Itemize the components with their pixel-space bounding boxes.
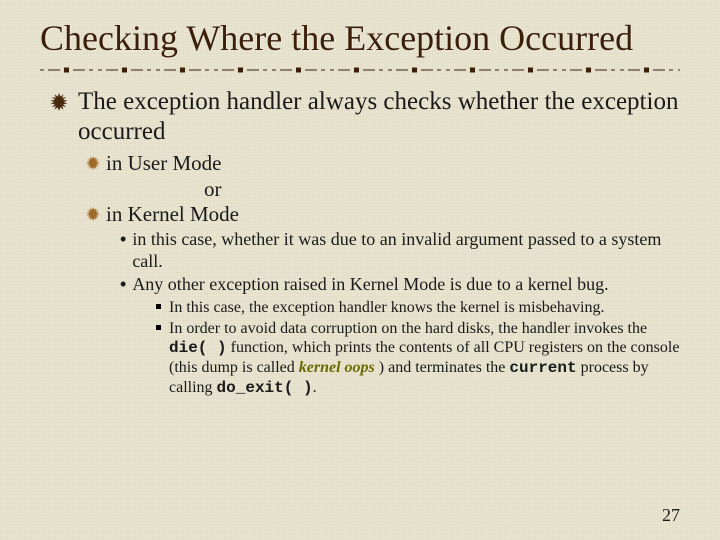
code-text: do_exit( )	[217, 379, 313, 397]
level4-text-rich: In order to avoid data corruption on the…	[169, 319, 680, 399]
level1-text: The exception handler always checks whet…	[78, 87, 680, 147]
level4-text: In this case, the exception handler know…	[169, 298, 604, 317]
level2-item: in Kernel Mode	[86, 202, 680, 227]
or-text: or	[204, 177, 680, 202]
level3-text: in this case, whether it was due to an i…	[132, 229, 680, 272]
level2-item: in User Mode	[86, 151, 680, 176]
level4-item: In this case, the exception handler know…	[156, 298, 680, 317]
square-bullet-icon	[156, 325, 161, 330]
code-text: die( )	[169, 339, 227, 357]
slide: Checking Where the Exception Occurred	[0, 0, 720, 540]
divider	[40, 65, 680, 73]
level4-list: In this case, the exception handler know…	[156, 298, 680, 399]
dot-bullet-icon: •	[120, 274, 126, 296]
text-run: In order to avoid data corruption on the…	[169, 320, 647, 337]
burst-icon	[50, 93, 68, 116]
level2-text: in User Mode	[106, 151, 221, 176]
code-text: current	[509, 359, 576, 377]
slide-title: Checking Where the Exception Occurred	[40, 18, 680, 59]
level3-text: Any other exception raised in Kernel Mod…	[132, 274, 608, 296]
level4-item: In order to avoid data corruption on the…	[156, 319, 680, 399]
level1-item: The exception handler always checks whet…	[50, 87, 680, 147]
emphasis-text: kernel oops	[299, 359, 375, 376]
level1-list: The exception handler always checks whet…	[50, 87, 680, 147]
level2-list: in User Mode or in Kernel Mode	[86, 151, 680, 227]
square-bullet-icon	[156, 304, 161, 309]
level3-item: • in this case, whether it was due to an…	[120, 229, 680, 272]
burst-small-icon	[86, 156, 100, 175]
level2-text: in Kernel Mode	[106, 202, 239, 227]
text-run: .	[313, 379, 317, 396]
page-number: 27	[662, 505, 680, 526]
level3-item: • Any other exception raised in Kernel M…	[120, 274, 680, 296]
text-run: ) and terminates the	[375, 359, 510, 376]
burst-small-icon	[86, 207, 100, 226]
level3-list: • in this case, whether it was due to an…	[120, 229, 680, 296]
dot-bullet-icon: •	[120, 229, 126, 251]
